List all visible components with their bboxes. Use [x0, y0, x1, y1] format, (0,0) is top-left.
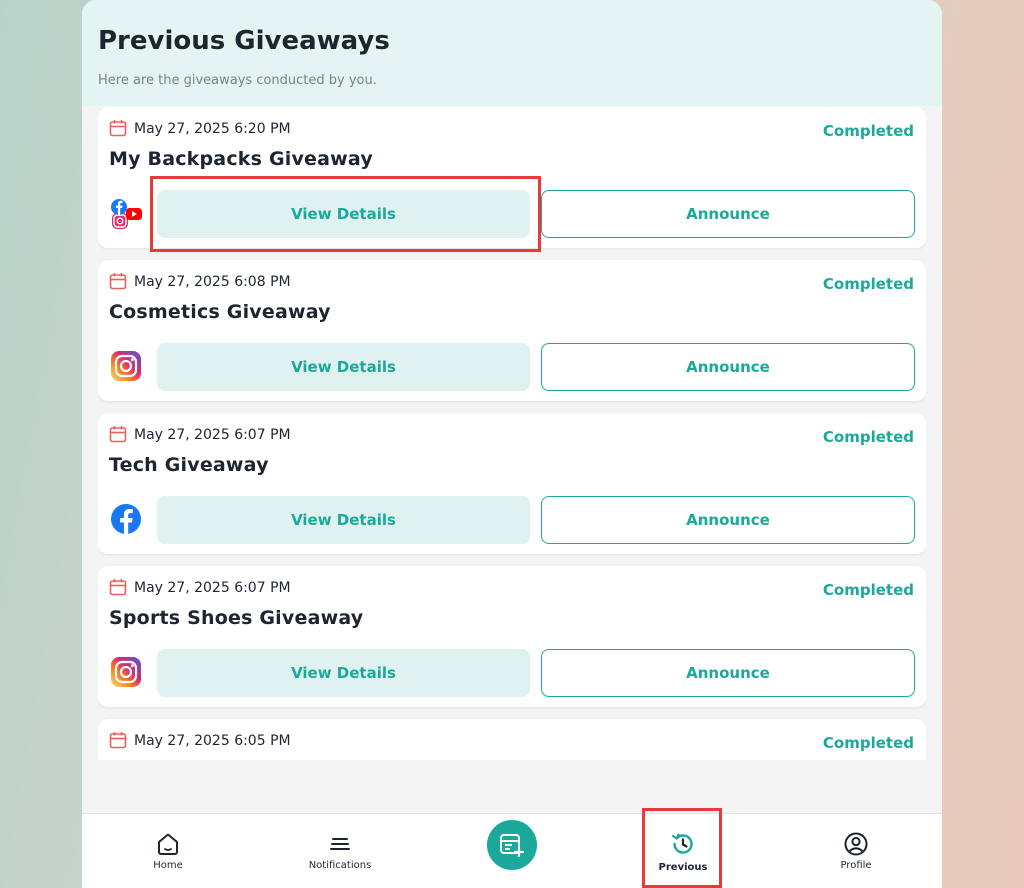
view-details-button[interactable]: View Details [157, 496, 530, 544]
page-header: Previous Giveaways Here are the giveaway… [82, 0, 942, 106]
giveaway-name: Tech Giveaway [109, 454, 269, 476]
giveaway-name: My Backpacks Giveaway [109, 148, 373, 170]
status-badge: Completed [822, 122, 914, 140]
nav-label: Home [153, 860, 183, 871]
calendar-icon [109, 120, 127, 137]
platform-icons [109, 350, 145, 386]
announce-button[interactable]: Announce [541, 190, 915, 238]
status-badge: Completed [822, 275, 914, 293]
calendar-icon [109, 273, 127, 290]
instagram-icon [112, 213, 128, 229]
platform-icons [109, 656, 145, 692]
app-screen: Previous Giveaways Here are the giveaway… [82, 0, 942, 888]
page-title: Previous Giveaways [98, 26, 390, 56]
giveaway-date: May 27, 2025 6:05 PM [134, 733, 291, 749]
announce-button[interactable]: Announce [541, 649, 915, 697]
calendar-icon [109, 732, 127, 749]
nav-label: Previous [658, 862, 708, 873]
view-details-button[interactable]: View Details [157, 343, 530, 391]
profile-icon [844, 832, 868, 856]
create-giveaway-icon [500, 834, 524, 857]
giveaway-date: May 27, 2025 6:08 PM [134, 274, 291, 290]
facebook-icon [111, 504, 141, 534]
calendar-icon [109, 426, 127, 443]
calendar-icon [109, 579, 127, 596]
instagram-icon [111, 657, 141, 687]
nav-item-notifications[interactable]: Notifications [290, 814, 390, 888]
status-badge: Completed [822, 428, 914, 446]
bottom-nav: Home Notifications Previous Profile [82, 813, 942, 888]
instagram-icon [111, 351, 141, 381]
history-icon [671, 833, 693, 854]
giveaway-date: May 27, 2025 6:07 PM [134, 580, 291, 596]
giveaway-list[interactable]: May 27, 2025 6:20 PM Completed My Backpa… [98, 107, 926, 760]
platform-icons [109, 503, 145, 539]
view-details-button[interactable]: View Details [157, 190, 530, 238]
status-badge: Completed [822, 734, 914, 752]
nav-label: Notifications [308, 860, 372, 871]
notifications-icon [330, 838, 350, 850]
giveaway-card: May 27, 2025 6:07 PM Completed Sports Sh… [98, 566, 926, 707]
announce-button[interactable]: Announce [541, 496, 915, 544]
nav-item-profile[interactable]: Profile [816, 814, 896, 888]
youtube-icon [126, 208, 142, 220]
giveaway-card: May 27, 2025 6:08 PM Completed Cosmetics… [98, 260, 926, 401]
status-badge: Completed [822, 581, 914, 599]
giveaway-name: Sports Shoes Giveaway [109, 607, 364, 629]
home-icon [158, 833, 178, 855]
nav-label: Profile [840, 860, 872, 871]
create-giveaway-button[interactable] [487, 820, 537, 870]
giveaway-name: Cosmetics Giveaway [109, 301, 331, 323]
giveaway-card: May 27, 2025 6:07 PM Completed Tech Give… [98, 413, 926, 554]
announce-button[interactable]: Announce [541, 343, 915, 391]
giveaway-card: May 27, 2025 6:20 PM Completed My Backpa… [98, 107, 926, 248]
giveaway-date: May 27, 2025 6:07 PM [134, 427, 291, 443]
giveaway-date: May 27, 2025 6:20 PM [134, 121, 291, 137]
platform-icons [109, 197, 145, 233]
giveaway-card: May 27, 2025 6:05 PM Completed [98, 719, 926, 760]
view-details-button[interactable]: View Details [157, 649, 530, 697]
page-subtitle: Here are the giveaways conducted by you. [98, 73, 377, 88]
facebook-icon [111, 199, 127, 215]
nav-item-home[interactable]: Home [128, 814, 208, 888]
nav-item-previous[interactable]: Previous [643, 814, 723, 888]
